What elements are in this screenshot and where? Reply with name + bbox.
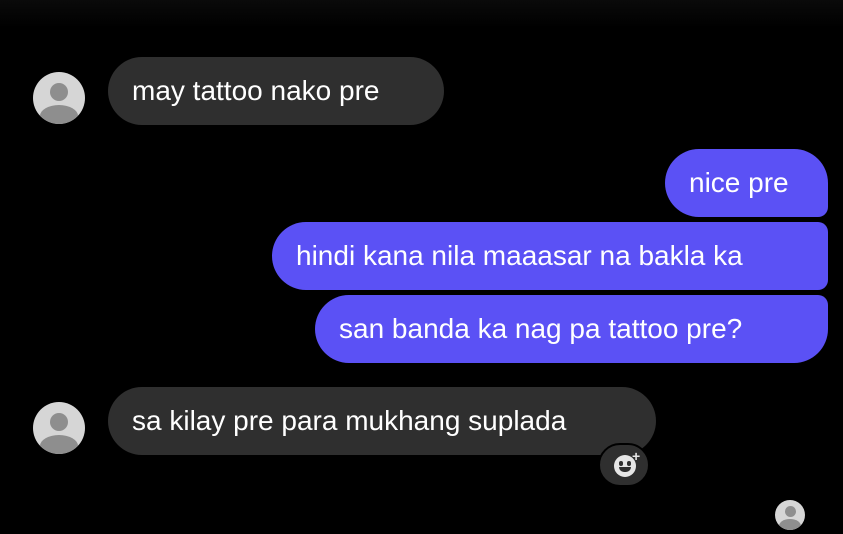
seen-avatar-icon xyxy=(775,500,805,530)
smiley-eye-left xyxy=(619,461,623,466)
avatar-body-shape xyxy=(779,519,801,530)
message-bubble-incoming[interactable]: sa kilay pre para mukhang suplada xyxy=(108,387,656,455)
avatar-body-shape xyxy=(40,105,78,124)
message-bubble-outgoing[interactable]: san banda ka nag pa tattoo pre? xyxy=(315,295,828,363)
message-text: sa kilay pre para mukhang suplada xyxy=(132,405,567,436)
message-bubble-outgoing[interactable]: hindi kana nila maaasar na bakla ka xyxy=(272,222,828,290)
avatar-head-shape xyxy=(50,83,68,101)
plus-icon: + xyxy=(632,448,641,464)
sender-avatar[interactable] xyxy=(33,402,85,454)
top-fade xyxy=(0,0,843,28)
smiley-eye-right xyxy=(627,461,631,466)
message-text: hindi kana nila maaasar na bakla ka xyxy=(296,240,743,271)
smiley-mouth xyxy=(619,467,631,472)
sender-avatar[interactable] xyxy=(33,72,85,124)
message-bubble-incoming[interactable]: may tattoo nako pre xyxy=(108,57,444,125)
avatar-head-shape xyxy=(785,506,796,517)
message-text: san banda ka nag pa tattoo pre? xyxy=(339,313,743,344)
message-text: nice pre xyxy=(689,167,789,198)
message-text: may tattoo nako pre xyxy=(132,75,380,106)
message-bubble-outgoing[interactable]: nice pre xyxy=(665,149,828,217)
avatar-body-shape xyxy=(40,435,78,454)
add-reaction-button[interactable]: + xyxy=(598,443,650,487)
avatar-head-shape xyxy=(50,413,68,431)
